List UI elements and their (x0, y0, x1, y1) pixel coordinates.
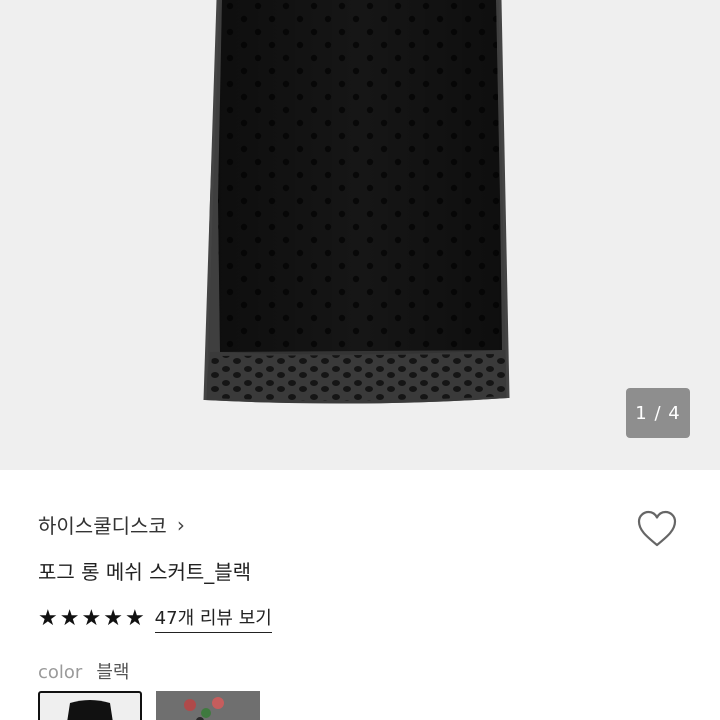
pattern-thumbnail (156, 691, 260, 720)
brand-name: 하이스쿨디스코 (38, 514, 167, 538)
heart-icon[interactable] (634, 506, 680, 552)
review-link[interactable]: 47개 리뷰 보기 (154, 604, 272, 633)
color-label: color (38, 662, 83, 683)
color-value: 블랙 (96, 662, 130, 683)
color-swatch-pattern[interactable] (156, 691, 260, 720)
star-icon: ★ (124, 605, 145, 631)
chevron-right-icon: › (176, 512, 185, 537)
color-row: color 블랙 (38, 658, 129, 684)
star-icon: ★ (103, 605, 123, 631)
product-image-gallery[interactable]: 1 / 4 (0, 0, 720, 470)
skirt-thumbnail (67, 700, 113, 720)
color-swatch-black[interactable] (38, 691, 142, 720)
skirt-image (203, 0, 510, 404)
star-rating: ★ ★ ★ ★ ★ (38, 605, 145, 631)
product-info: 하이스쿨디스코 › 포그 롱 메쉬 스커트_블랙 ★ ★ ★ ★ ★ 47개 리… (0, 470, 720, 720)
star-icon: ★ (38, 605, 58, 631)
rating-row: ★ ★ ★ ★ ★ 47개 리뷰 보기 (38, 604, 272, 633)
star-icon: ★ (81, 605, 102, 631)
image-counter: 1 / 4 (626, 388, 690, 438)
brand-link[interactable]: 하이스쿨디스코 › (38, 510, 185, 539)
product-title: 포그 롱 메쉬 스커트_블랙 (38, 560, 252, 584)
star-icon: ★ (59, 605, 80, 631)
